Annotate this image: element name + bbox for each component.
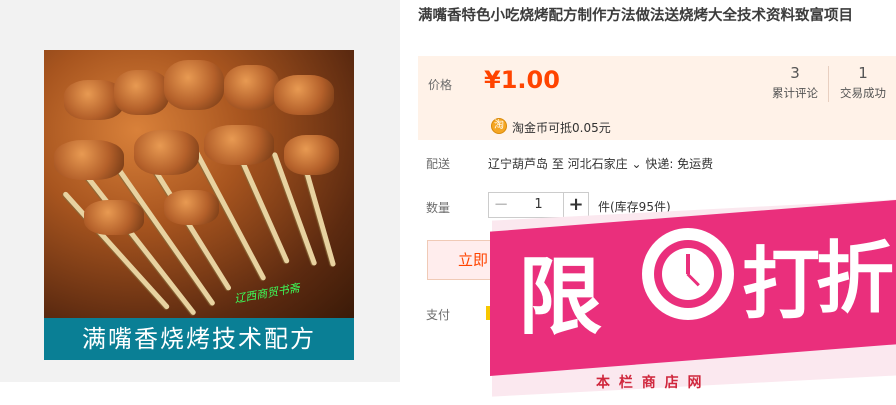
grilled-meat-piece [164, 60, 224, 110]
clock-hour-hand [686, 254, 690, 274]
reviews-label: 累计评论 [772, 86, 818, 100]
product-image[interactable]: 辽西商贸书斋 满嘴香烧烤技术配方 [44, 50, 354, 360]
grilled-meat-piece [274, 75, 334, 115]
product-title: 满嘴香特色小吃烧烤配方制作方法做法送烧烤大全技术资料致富项目 [418, 8, 853, 24]
clock-minute-hand [686, 272, 700, 287]
price-label: 价格 [428, 78, 453, 92]
price-panel: 价格 ¥1.00 3 累计评论 1 交易成功 淘 淘金币可抵0.05元 [418, 56, 896, 140]
grilled-meat-piece [134, 130, 199, 175]
price-value: ¥1.00 [484, 66, 560, 94]
sales-count: 1 [858, 64, 868, 82]
limited-discount-badge: 限 打 折 本 栏 商 店 网 [490, 199, 896, 397]
grilled-meat-piece [224, 65, 279, 110]
sales-stat: 1 交易成功 [830, 64, 896, 101]
promo-subtext: 本 栏 商 店 网 [596, 375, 704, 391]
image-caption: 满嘴香烧烤技术配方 [44, 318, 354, 360]
clock-face [662, 248, 714, 300]
reviews-count: 3 [790, 64, 800, 82]
promo-char-limit: 限 [518, 248, 603, 346]
shipping-label: 配送 [426, 157, 451, 171]
sales-label: 交易成功 [840, 86, 886, 100]
promo-char-discount: 折 [816, 234, 895, 324]
taobao-coin-icon: 淘 [491, 118, 507, 134]
product-gallery: 辽西商贸书斋 满嘴香烧烤技术配方 [0, 0, 400, 382]
grilled-meat-piece [284, 135, 339, 175]
grilled-meat-piece [204, 125, 274, 165]
quantity-label: 数量 [426, 201, 451, 215]
clock-ring [654, 240, 722, 308]
shipping-destination[interactable]: 辽宁葫芦岛 至 河北石家庄 ⌄ 快递: 免运费 [488, 155, 713, 172]
coin-discount-text: 淘金币可抵0.05元 [512, 121, 611, 135]
grilled-meat-piece [54, 140, 124, 180]
stat-divider [828, 66, 829, 102]
grilled-skewers-photo [44, 50, 354, 318]
grilled-meat-piece [114, 70, 169, 115]
promo-char-hit: 打 [742, 240, 821, 330]
grilled-meat-piece [164, 190, 219, 225]
grilled-meat-piece [84, 200, 144, 235]
payment-label: 支付 [426, 308, 451, 322]
reviews-stat[interactable]: 3 累计评论 [762, 64, 828, 101]
clock-icon [642, 228, 734, 320]
